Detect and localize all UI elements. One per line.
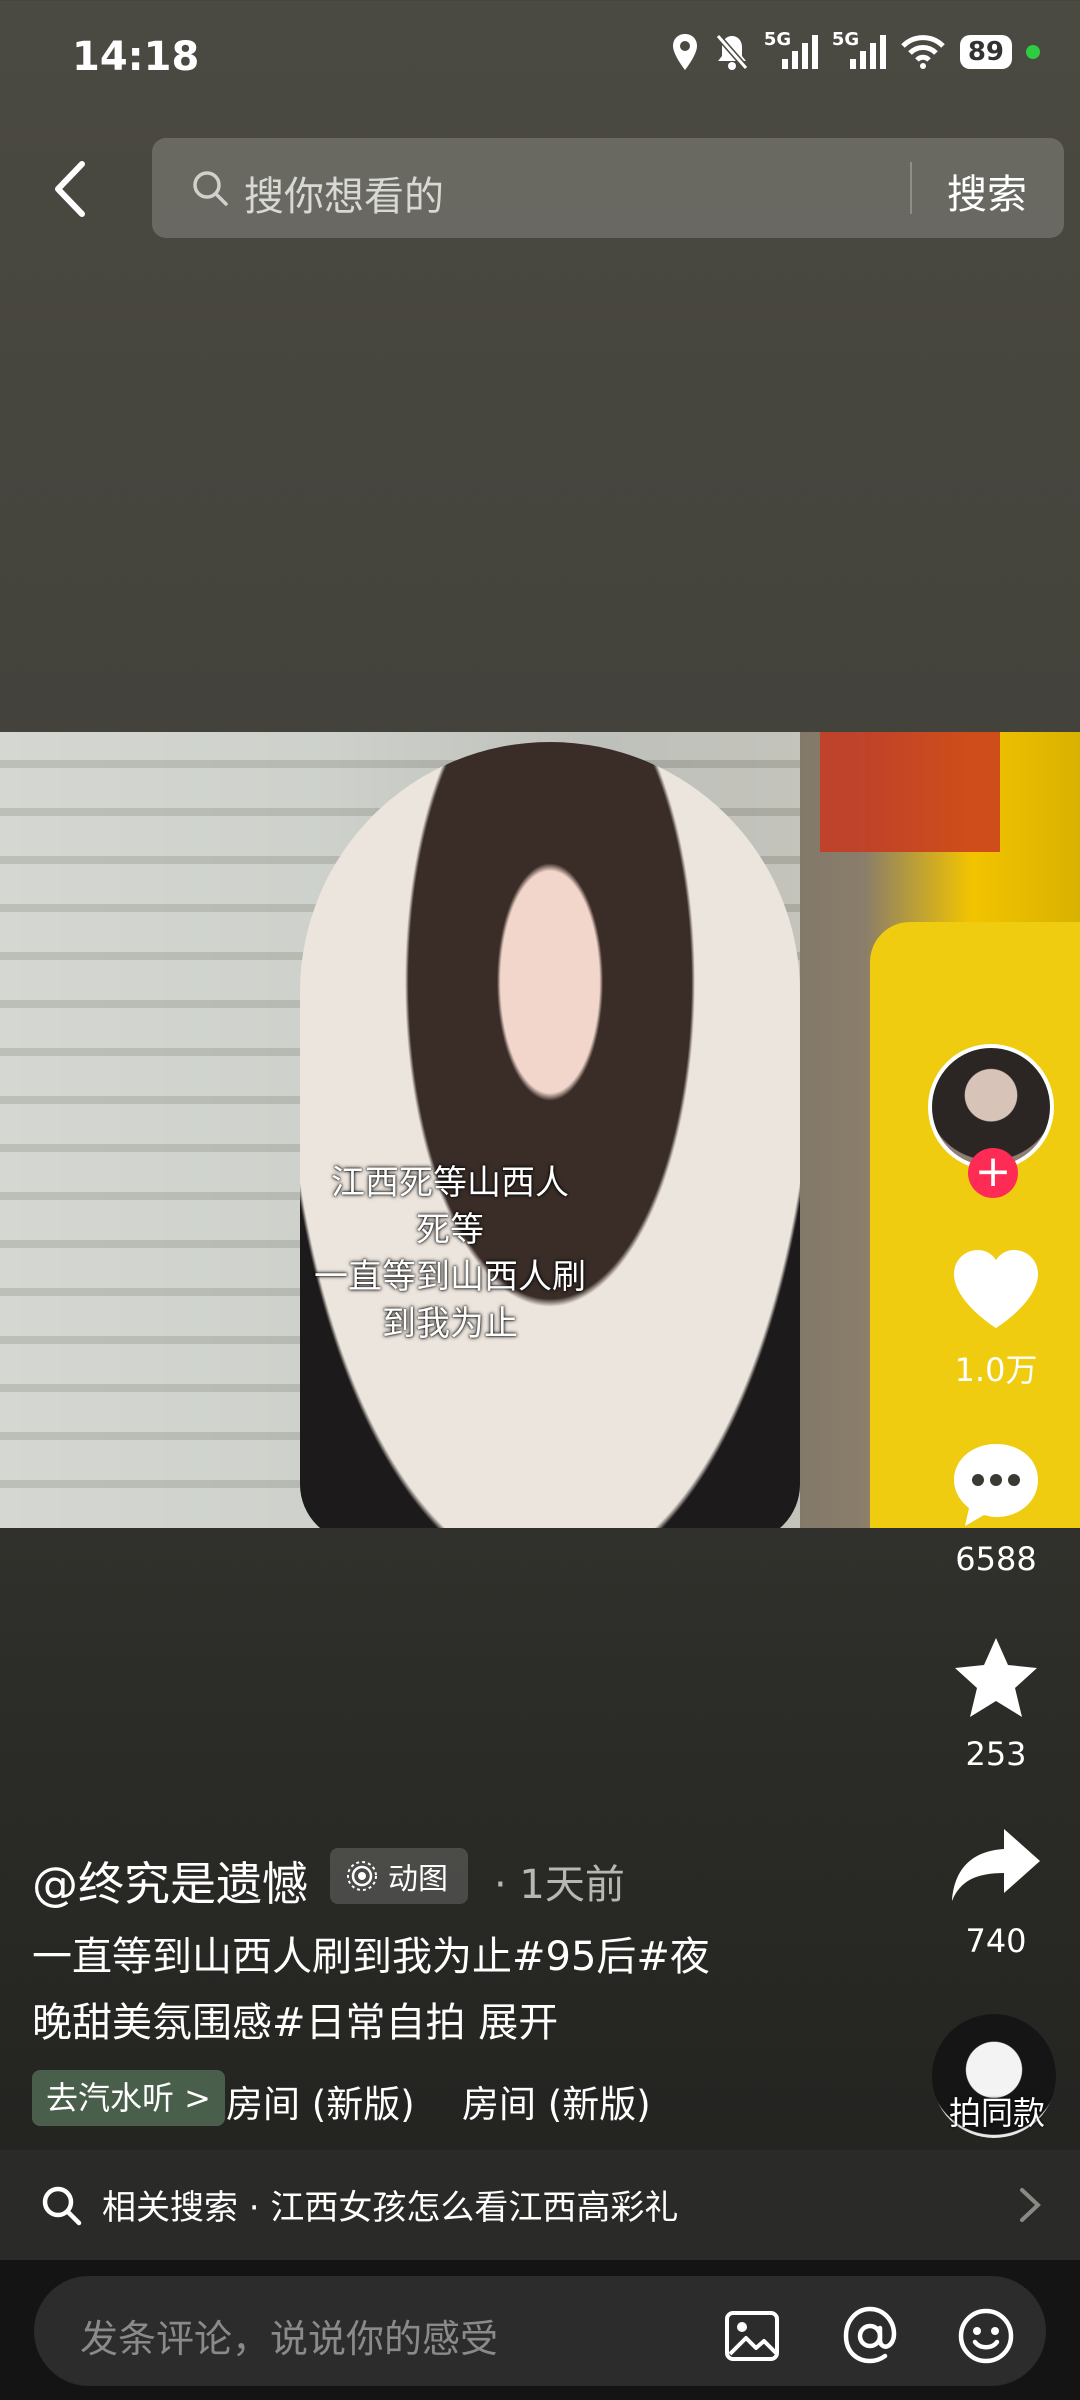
favorite-button[interactable] [936,1634,1056,1724]
favorite-count: 253 [965,1735,1027,1773]
comment-count: 6588 [955,1540,1037,1578]
like-count: 1.0万 [954,1351,1038,1389]
signal-2-icon: 5G [832,29,886,69]
search-input[interactable]: 搜你想看的 [244,164,444,222]
search-icon [193,171,228,206]
video-caption: 江西死等山西人 死等 一直等到山西人刷 到我为止 [230,1160,670,1348]
status-icons: 5G 5G 89 [670,29,1040,72]
caption-line: 死等 [416,1210,484,1250]
post-description[interactable]: 一直等到山西人刷到我为止#95后#夜晚甜美氛围感#日常自拍 展开 [32,1924,732,2056]
post-time: · 1天前 [494,1862,625,1908]
share-count: 740 [965,1922,1027,1960]
image-picker-button[interactable] [722,2306,782,2366]
music-app-tag[interactable]: 去汽水听 > [32,2070,225,2126]
network-1-label: 5G [763,29,792,50]
video-frame[interactable] [0,732,1080,1528]
search-bar[interactable]: 搜你想看的 搜索 [152,138,1064,238]
at-icon [843,2306,897,2364]
caption-line: 江西死等山西人 [331,1163,569,1203]
star-icon [955,1638,1037,1717]
comment-input[interactable]: 发条评论，说说你的感受 [34,2276,1046,2386]
share-button[interactable] [936,1825,1056,1905]
music-title[interactable]: 房间 (新版) [462,2074,651,2128]
expand-link[interactable]: 展开 [478,2000,558,2046]
share-arrow-icon [952,1829,1040,1901]
location-icon [672,34,697,70]
comment-placeholder: 发条评论，说说你的感受 [80,2317,499,2361]
search-button[interactable]: 搜索 [947,162,1027,220]
search-icon [42,2186,82,2226]
follow-button[interactable]: + [968,1148,1018,1198]
related-search-bar[interactable]: 相关搜索 · 江西女孩怎么看江西高彩礼 [0,2150,1080,2260]
heart-icon [954,1250,1038,1328]
caption-line: 一直等到山西人刷 [314,1257,586,1297]
comment-bar: 发条评论，说说你的感受 [0,2260,1080,2400]
emoji-icon [958,2308,1014,2364]
image-icon [725,2311,779,2361]
chevron-right-icon [1020,2188,1041,2222]
dynamic-image-badge: 动图 [330,1848,468,1904]
comment-icon [954,1444,1038,1526]
back-button[interactable] [46,158,96,220]
video-background-yellow-box [870,922,1080,1528]
signal-1-icon: 5G [764,29,818,69]
privacy-dot-icon [1026,45,1040,59]
video-background-sign [820,732,1000,852]
wifi-icon [901,35,945,69]
battery-indicator: 89 [959,35,1012,69]
like-button[interactable] [936,1248,1056,1332]
search-divider [910,162,912,214]
video-subject [300,742,800,1528]
caption-line: 到我为止 [382,1304,518,1344]
related-search-text: 相关搜索 · 江西女孩怎么看江西高彩礼 [102,2188,679,2228]
description-text: 一直等到山西人刷到我为止#95后#夜晚甜美氛围感#日常自拍 [32,1934,710,2046]
status-time: 14:18 [72,34,200,80]
emoji-button[interactable] [956,2306,1016,2366]
network-2-label: 5G [831,29,860,50]
live-photo-icon [347,1861,377,1891]
username[interactable]: @终究是遗憾 [32,1848,308,1914]
remix-label[interactable]: 拍同款 [912,2088,1080,2134]
music-title[interactable]: 房间 (新版) [226,2074,415,2128]
mute-bell-icon [715,34,749,70]
badge-label: 动图 [388,1862,448,1897]
mention-button[interactable] [840,2306,900,2366]
comment-button[interactable] [936,1440,1056,1530]
chevron-left-icon [55,161,85,217]
